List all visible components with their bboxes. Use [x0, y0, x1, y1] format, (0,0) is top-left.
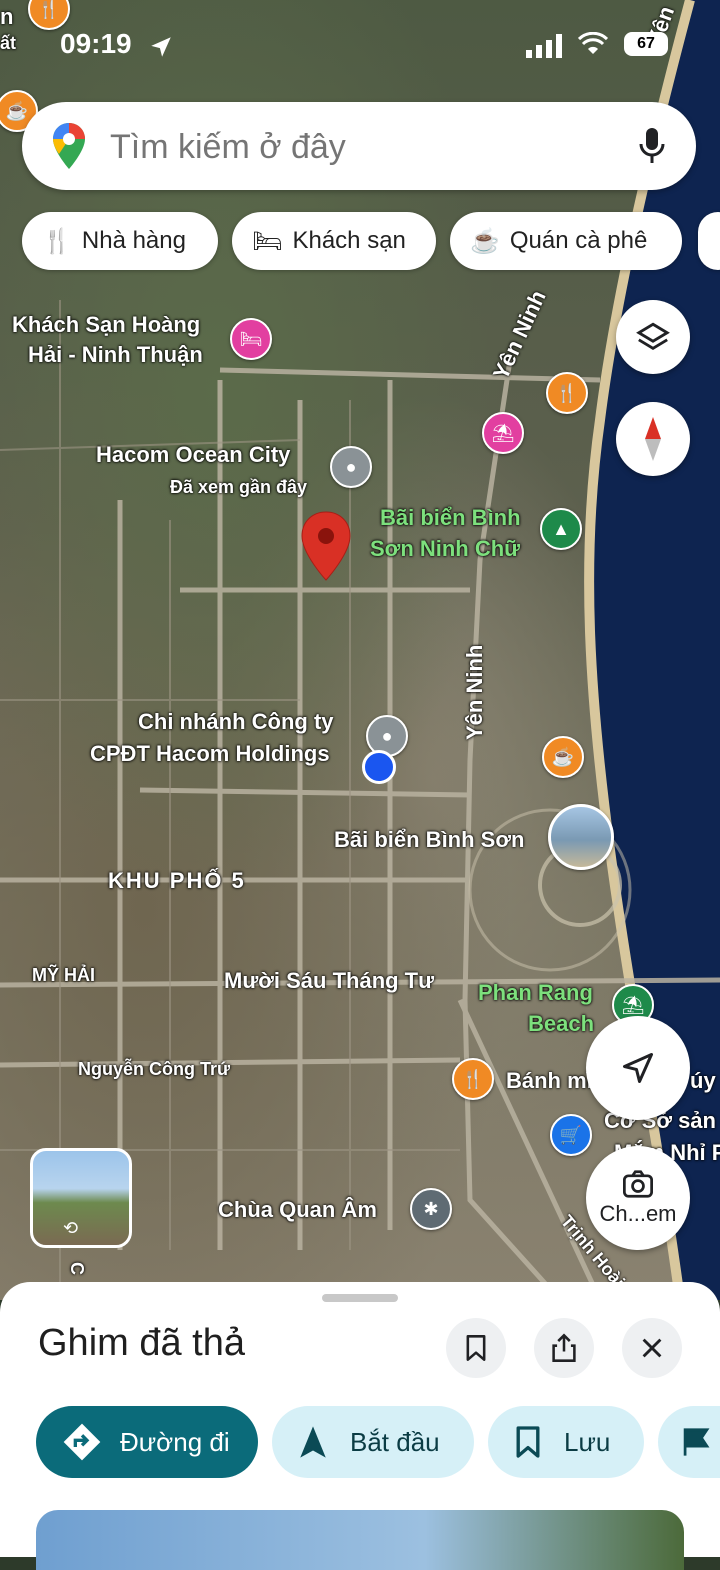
sheet-drag-handle[interactable] [322, 1294, 398, 1302]
microphone-icon[interactable] [638, 126, 666, 166]
bed-icon: 🛏 [252, 227, 283, 255]
temple-label[interactable]: Chùa Quan Âm [218, 1195, 377, 1225]
hotel-poi-icon[interactable]: 🛏 [230, 318, 272, 360]
start-label: Bắt đầu [350, 1426, 440, 1457]
hacom-ocean-city-label[interactable]: Hacom Ocean City [96, 440, 290, 470]
sheet-title: Ghim đã thả [38, 1322, 245, 1364]
share-icon [552, 1333, 576, 1362]
camera-lens-button[interactable]: Ch...em [586, 1146, 690, 1250]
chip-label: Nhà hàng [81, 227, 186, 254]
hotel-label[interactable]: Hải - Ninh Thuận [28, 340, 203, 370]
rotate-360-icon: ⟲ [63, 1218, 79, 1238]
street-view-thumbnail[interactable]: ⟲ [30, 1148, 132, 1248]
close-button[interactable] [622, 1318, 682, 1378]
branch-label[interactable]: Chi nhánh Công ty [138, 707, 334, 737]
my-location-button[interactable] [586, 1016, 690, 1120]
wifi-icon [578, 32, 608, 54]
flag-icon [683, 1428, 710, 1456]
beach-umbrella-poi-icon[interactable]: ⛱ [482, 412, 524, 454]
save-button[interactable]: Lưu [488, 1406, 644, 1478]
fork-knife-icon: 🍴 [42, 227, 72, 255]
restaurant-poi-icon[interactable]: 🍴 [546, 372, 588, 414]
location-arrow-icon [151, 37, 171, 57]
shopping-cart-poi-icon[interactable]: 🛒 [550, 1114, 592, 1156]
directions-button[interactable]: Đường đi [36, 1406, 258, 1478]
beach-label[interactable]: Phan Rang [478, 978, 593, 1008]
battery-indicator: 67 [624, 32, 668, 56]
restaurant-poi-icon[interactable]: 🍴 [452, 1058, 494, 1100]
neighborhood-label: MỸ HẢI [32, 965, 95, 985]
compass-button[interactable] [616, 402, 690, 476]
road-label: Mười Sáu Tháng Tư [224, 968, 435, 993]
coffee-icon: ☕ [470, 227, 500, 255]
chip-label: Khách sạn [292, 227, 406, 254]
layers-icon [636, 322, 670, 350]
status-bar: 09:19 67 [0, 28, 720, 68]
neighborhood-label: KHU PHỐ 5 [108, 868, 246, 893]
shop-label[interactable]: Bánh mì [506, 1066, 593, 1096]
chip-more[interactable] [698, 212, 720, 270]
beach-label[interactable]: Beach [528, 1009, 594, 1039]
navigation-arrow-icon [623, 1053, 653, 1083]
navigation-arrow-icon [300, 1426, 326, 1458]
save-icon-button[interactable] [446, 1318, 506, 1378]
road-label: Yên Ninh [462, 644, 487, 740]
google-maps-logo-icon [53, 123, 85, 169]
bookmark-icon [466, 1335, 486, 1361]
chip-cafes[interactable]: ☕ Quán cà phê [450, 212, 682, 270]
temple-poi-icon[interactable]: ✱ [410, 1188, 452, 1230]
place-poi-icon[interactable]: ● [330, 446, 372, 488]
beach-label[interactable]: Bãi biển Bình [380, 503, 521, 533]
search-bar[interactable] [22, 102, 696, 190]
branch-label[interactable]: CPĐT Hacom Holdings [90, 739, 330, 769]
shop-label[interactable]: úy [690, 1066, 716, 1096]
user-location-dot [362, 750, 396, 784]
save-label: Lưu [564, 1426, 611, 1457]
hotel-label[interactable]: Khách Sạn Hoàng [12, 310, 200, 340]
directions-label: Đường đi [120, 1426, 230, 1457]
more-actions-button[interactable] [658, 1406, 720, 1478]
camera-icon [623, 1170, 653, 1198]
dropped-pin-icon[interactable] [300, 510, 352, 582]
status-time: 09:19 [60, 28, 132, 59]
beach-photo-poi[interactable] [548, 804, 614, 870]
start-button[interactable]: Bắt đầu [272, 1406, 474, 1478]
road-label: C [67, 1262, 87, 1275]
recently-viewed-label: Đã xem gần đây [170, 477, 308, 497]
layers-button[interactable] [616, 300, 690, 374]
directions-icon [63, 1423, 101, 1461]
close-icon [642, 1338, 662, 1358]
chip-hotels[interactable]: 🛏 Khách sạn [232, 212, 436, 270]
road-label: Nguyễn Công Trứ [78, 1059, 231, 1079]
bookmark-icon [516, 1426, 540, 1458]
camera-label: Ch...em [599, 1201, 677, 1226]
share-button[interactable] [534, 1318, 594, 1378]
compass-icon [645, 417, 661, 461]
signal-icon [526, 34, 562, 58]
search-input[interactable] [108, 122, 612, 172]
chip-label: Quán cà phê [509, 227, 648, 254]
cafe-poi-icon[interactable]: ☕ [542, 736, 584, 778]
place-photo[interactable] [36, 1510, 684, 1570]
park-poi-icon[interactable]: ▲ [540, 508, 582, 550]
bottom-sheet[interactable]: Ghim đã thả Đường đi Bắt đầu Lưu [0, 1282, 720, 1570]
beach-label[interactable]: Bãi biển Bình Sơn [334, 825, 524, 855]
beach-label[interactable]: Sơn Ninh Chữ [370, 534, 520, 564]
chip-restaurants[interactable]: 🍴 Nhà hàng [22, 212, 218, 270]
